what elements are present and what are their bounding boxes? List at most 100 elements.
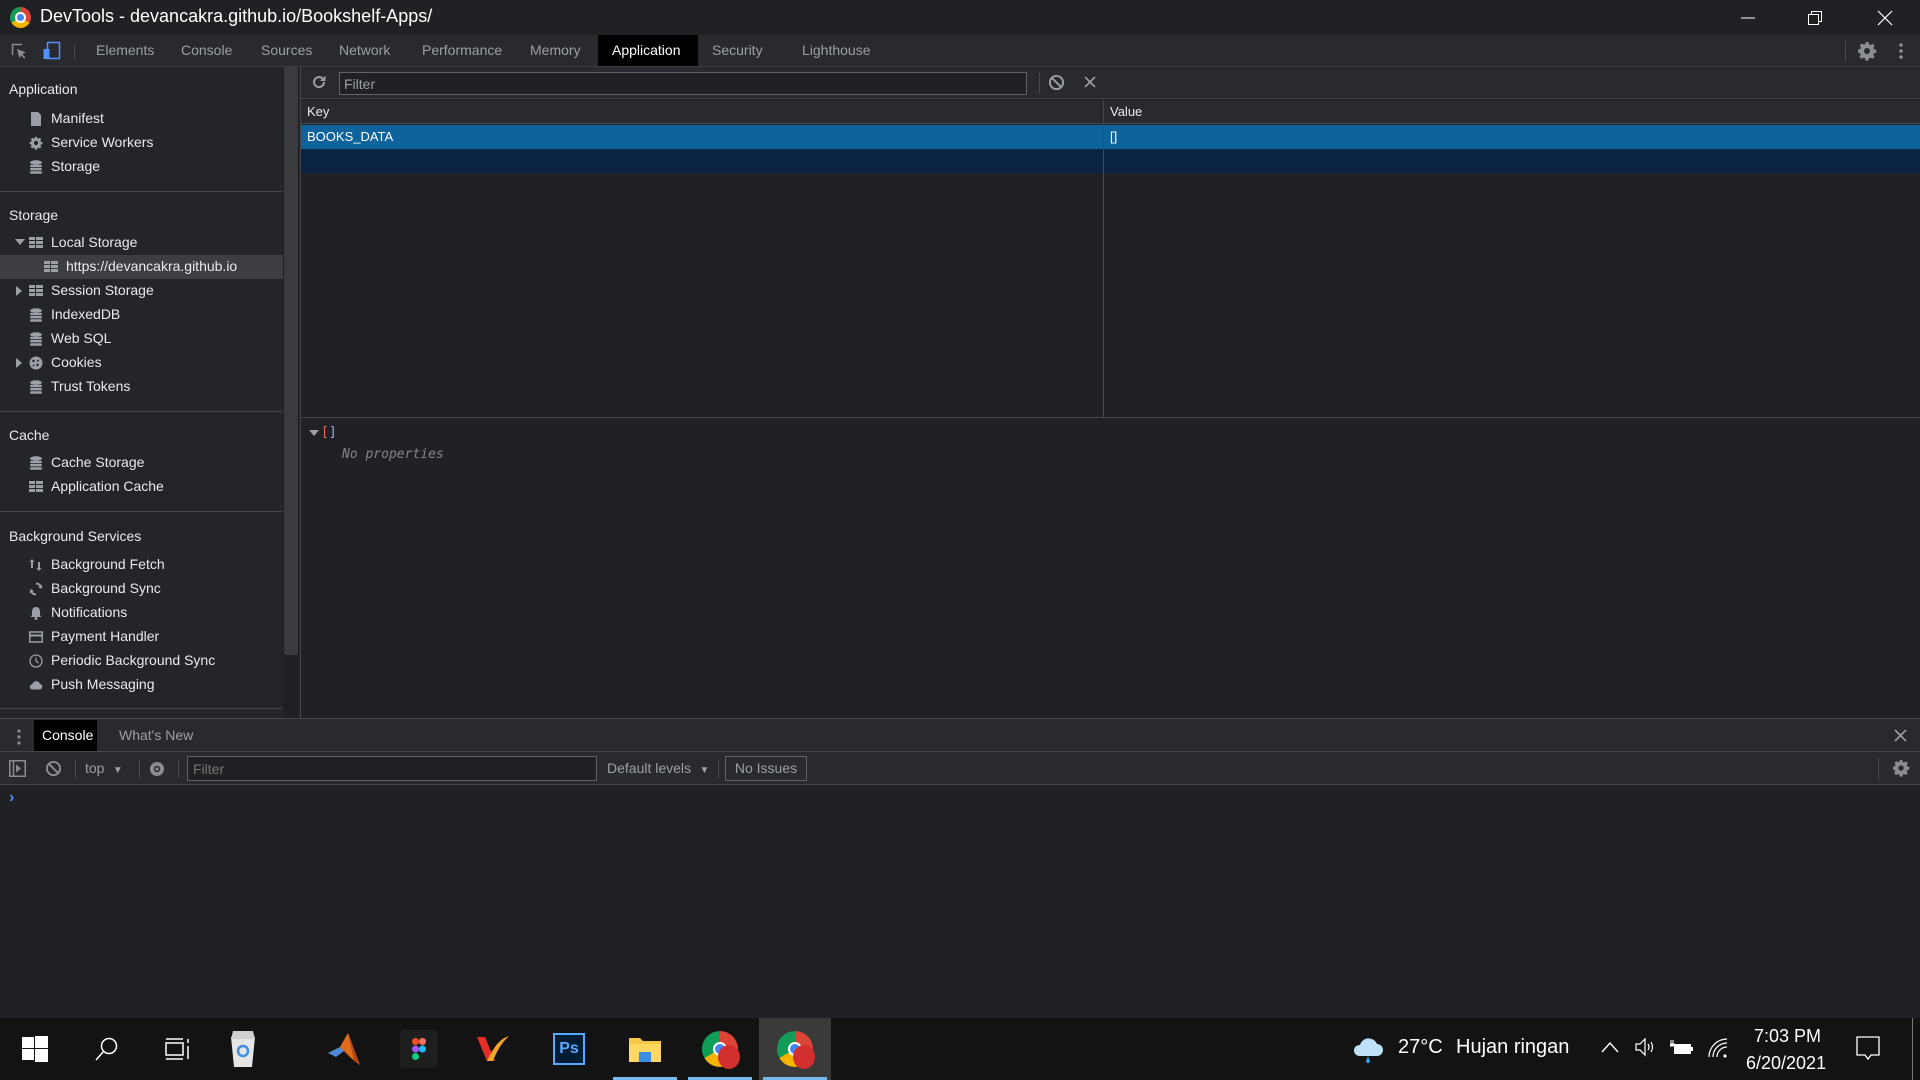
sidebar-item-background-sync[interactable]: Background Sync xyxy=(0,577,283,601)
network-button[interactable] xyxy=(1707,1037,1729,1064)
taskbar-app-chrome[interactable] xyxy=(684,1018,756,1080)
expand-arrow-icon[interactable] xyxy=(16,358,22,368)
sidebar-item-label: Application Cache xyxy=(51,478,164,494)
start-button[interactable] xyxy=(0,1018,70,1080)
sidebar-item-push-messaging[interactable]: Push Messaging xyxy=(0,673,283,697)
more-options-button[interactable] xyxy=(1897,41,1905,66)
sidebar-item-notifications[interactable]: Notifications xyxy=(0,601,283,625)
devtools-toolbar: Elements Console Sources Network Perform… xyxy=(0,35,1920,67)
drawer-tab-console[interactable]: Console xyxy=(34,720,97,751)
table-row-empty[interactable] xyxy=(301,149,1920,173)
storage-filter-input[interactable] xyxy=(339,72,1027,95)
clear-console-button[interactable] xyxy=(45,760,62,782)
row-value: [] xyxy=(1110,129,1118,144)
battery-button[interactable] xyxy=(1669,1039,1694,1060)
drawer-tab-whats-new[interactable]: What's New xyxy=(110,720,202,751)
delete-selected-button[interactable] xyxy=(1083,75,1097,94)
collapse-arrow-icon[interactable] xyxy=(309,430,319,436)
sidebar-item-cookies[interactable]: Cookies xyxy=(0,351,283,375)
tab-sources[interactable]: Sources xyxy=(247,35,326,66)
sidebar-item-indexeddb[interactable]: IndexedDB xyxy=(0,303,283,327)
live-expression-button[interactable] xyxy=(148,760,166,783)
close-drawer-button[interactable] xyxy=(1894,729,1907,747)
clear-all-button[interactable] xyxy=(1048,74,1065,96)
sidebar-item-application-cache[interactable]: Application Cache xyxy=(0,475,283,499)
sidebar-item-local-storage-origin[interactable]: https://devancakra.github.io xyxy=(0,255,283,279)
taskbar-app-figma[interactable] xyxy=(383,1018,455,1080)
sidebar-item-service-workers[interactable]: Service Workers xyxy=(0,131,283,155)
sidebar-item-label: IndexedDB xyxy=(51,306,121,322)
sidebar-item-label: Notifications xyxy=(51,604,128,620)
sidebar-item-manifest[interactable]: Manifest xyxy=(0,107,283,131)
console-filter-input[interactable] xyxy=(187,756,597,781)
task-view-button[interactable] xyxy=(143,1018,213,1080)
notification-icon xyxy=(1856,1036,1880,1061)
sidebar-item-periodic-background-sync[interactable]: Periodic Background Sync xyxy=(0,649,283,673)
close-window-button[interactable] xyxy=(1852,0,1918,35)
show-sidebar-button[interactable] xyxy=(9,760,26,782)
tab-elements[interactable]: Elements xyxy=(82,35,168,66)
console-output[interactable]: › xyxy=(0,785,1920,1018)
sidebar-item-background-fetch[interactable]: Background Fetch xyxy=(0,553,283,577)
drawer-menu-button[interactable] xyxy=(16,728,22,751)
sidebar-item-label: Push Messaging xyxy=(51,676,155,692)
settings-button[interactable] xyxy=(1857,41,1877,66)
tab-console[interactable]: Console xyxy=(167,35,246,66)
weather-widget[interactable] xyxy=(1352,1034,1384,1069)
tab-security[interactable]: Security xyxy=(698,35,777,66)
sync-icon xyxy=(29,582,43,596)
sidebar-item-label: Storage xyxy=(51,158,101,174)
sidebar-item-storage[interactable]: Storage xyxy=(0,155,283,179)
table-row[interactable]: BOOKS_DATA [] xyxy=(301,125,1920,149)
action-center-button[interactable] xyxy=(1856,1036,1880,1067)
gear-icon xyxy=(29,136,43,150)
sidebar-toggle-icon xyxy=(9,760,26,777)
taskbar-app-xampp[interactable] xyxy=(457,1018,529,1080)
taskbar-app-matlab[interactable] xyxy=(308,1018,380,1080)
taskbar-app-photoshop[interactable]: Ps xyxy=(533,1018,605,1080)
context-selector[interactable]: top ▼ xyxy=(85,760,123,778)
sidebar-item-label: Payment Handler xyxy=(51,628,160,644)
minimize-button[interactable] xyxy=(1715,0,1781,35)
sidebar-item-local-storage[interactable]: Local Storage xyxy=(0,231,283,255)
issues-button[interactable]: No Issues xyxy=(725,756,807,781)
taskbar-app-recycle-bin[interactable] xyxy=(207,1018,279,1080)
sidebar-item-session-storage[interactable]: Session Storage xyxy=(0,279,283,303)
tab-lighthouse[interactable]: Lighthouse xyxy=(788,35,885,66)
volume-button[interactable] xyxy=(1634,1037,1656,1062)
sidebar-item-payment-handler[interactable]: Payment Handler xyxy=(0,625,283,649)
kebab-menu-icon xyxy=(17,729,21,745)
row-key: BOOKS_DATA xyxy=(307,129,394,144)
tab-memory[interactable]: Memory xyxy=(516,35,595,66)
task-view-icon xyxy=(165,1038,189,1060)
sidebar-item-cache-storage[interactable]: Cache Storage xyxy=(0,451,283,475)
folder-icon xyxy=(629,1038,661,1062)
toolbar-separator xyxy=(178,760,179,778)
sidebar-scrollbar-thumb[interactable] xyxy=(284,67,298,655)
device-toolbar-button[interactable] xyxy=(42,41,62,66)
show-hidden-icons-button[interactable] xyxy=(1601,1040,1619,1058)
tab-network[interactable]: Network xyxy=(325,35,404,66)
log-levels-dropdown[interactable]: Default levels ▼ xyxy=(607,760,709,778)
section-header-cache: Cache xyxy=(9,427,50,443)
sidebar-item-web-sql[interactable]: Web SQL xyxy=(0,327,283,351)
search-button[interactable] xyxy=(72,1018,142,1080)
taskbar-app-chrome-devtools[interactable] xyxy=(759,1018,831,1080)
sidebar-item-label: Local Storage xyxy=(51,234,138,250)
tab-performance[interactable]: Performance xyxy=(408,35,516,66)
tab-application[interactable]: Application xyxy=(598,35,698,66)
expand-arrow-icon[interactable] xyxy=(16,286,22,296)
sidebar-item-trust-tokens[interactable]: Trust Tokens xyxy=(0,375,283,399)
column-header-value[interactable]: Value xyxy=(1104,100,1920,124)
expand-arrow-icon[interactable] xyxy=(15,239,25,245)
clock-date: 6/20/2021 xyxy=(1746,1053,1827,1073)
show-desktop-divider[interactable] xyxy=(1912,1018,1913,1080)
column-header-key[interactable]: Key xyxy=(301,100,1103,124)
console-settings-button[interactable] xyxy=(1892,759,1910,782)
restore-button[interactable] xyxy=(1782,0,1848,35)
refresh-button[interactable] xyxy=(311,74,327,95)
taskbar-app-file-explorer[interactable] xyxy=(609,1018,681,1080)
clock[interactable]: 7:03 PM 6/20/2021 xyxy=(1740,1018,1840,1080)
sidebar-item-label: Session Storage xyxy=(51,282,154,298)
inspect-element-button[interactable] xyxy=(10,42,28,65)
